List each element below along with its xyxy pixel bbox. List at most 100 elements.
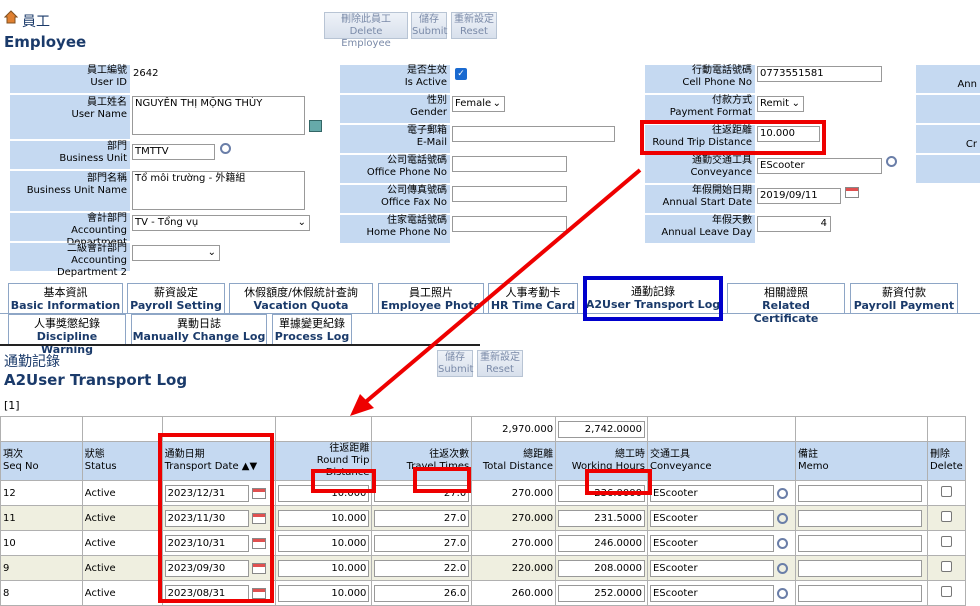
annual-days-field[interactable]: 4 bbox=[757, 216, 831, 232]
conveyance-field[interactable]: EScooter bbox=[649, 534, 774, 552]
seq-cell: 8 bbox=[0, 580, 83, 606]
search-icon[interactable] bbox=[776, 487, 788, 499]
total-distance-cell: 270.000 bbox=[471, 530, 557, 556]
travel-times-field[interactable]: 26.0 bbox=[374, 584, 470, 602]
submit-button[interactable]: 儲存 Submit bbox=[411, 12, 447, 39]
search-icon[interactable] bbox=[886, 156, 897, 170]
email-field[interactable] bbox=[452, 126, 615, 142]
distance-highlight bbox=[311, 469, 376, 493]
page-title-zh: 員工 bbox=[22, 14, 50, 30]
calendar-icon[interactable] bbox=[845, 187, 859, 199]
search-icon[interactable] bbox=[776, 587, 788, 599]
reset-button[interactable]: 重新設定 Reset bbox=[451, 12, 497, 39]
chevron-down-icon: ⌄ bbox=[297, 217, 306, 228]
user-name-label: 員工姓名 User Name bbox=[10, 95, 130, 139]
working-hours-field[interactable]: 208.0000 bbox=[558, 559, 645, 577]
memo-field[interactable] bbox=[797, 559, 922, 577]
tab-manually-change-log[interactable]: 異動日誌 Manually Change Log bbox=[131, 314, 267, 344]
delete-checkbox[interactable] bbox=[940, 511, 952, 522]
round-trip-field[interactable]: 10.000 bbox=[277, 559, 370, 577]
total-hours-sum: 2,742.0000 bbox=[558, 420, 645, 438]
right-label-4 bbox=[916, 155, 980, 183]
seq-cell: 10 bbox=[0, 530, 83, 556]
tab-payroll-setting[interactable]: 薪資設定 Payroll Setting bbox=[127, 283, 225, 313]
col-delete: 刪除 Delete bbox=[926, 441, 967, 481]
delete-checkbox[interactable] bbox=[940, 486, 952, 497]
tab-hr-time-card[interactable]: 人事考勤卡 HR Time Card bbox=[488, 283, 578, 313]
tab-employee-photo[interactable]: 員工照片 Employee Photo bbox=[378, 283, 484, 313]
accounting-dept2-select[interactable]: ⌄ bbox=[132, 245, 220, 261]
user-name-field[interactable]: NGUYỄN THỊ MỘNG THÙY bbox=[132, 96, 305, 135]
office-fax-label: 公司傳真號碼 Office Fax No bbox=[340, 185, 450, 213]
home-icon[interactable] bbox=[3, 10, 19, 27]
cell-phone-label: 行動電話號碼 Cell Phone No bbox=[645, 65, 755, 93]
office-fax-field[interactable] bbox=[452, 186, 567, 202]
round-trip-field[interactable]: 10.000 bbox=[277, 534, 370, 552]
col-status: 狀態 Status bbox=[81, 441, 163, 481]
travel-times-field[interactable]: 27.0 bbox=[374, 509, 470, 527]
travel-times-field[interactable]: 22.0 bbox=[374, 559, 470, 577]
tab-process-log[interactable]: 單據變更紀錄 Process Log bbox=[272, 314, 352, 344]
business-unit-field[interactable]: TMTTV bbox=[132, 144, 215, 160]
cell-phone-field[interactable]: 0773551581 bbox=[757, 66, 882, 82]
gender-label: 性別 Gender bbox=[340, 95, 450, 123]
conveyance-field[interactable]: EScooter bbox=[649, 559, 774, 577]
payment-format-select[interactable]: Remit ⌄ bbox=[757, 96, 804, 112]
log-submit-button[interactable]: 儲存 Submit bbox=[437, 350, 473, 377]
conveyance-field[interactable]: EScooter bbox=[649, 584, 774, 602]
conveyance-field[interactable]: EScooter bbox=[757, 158, 882, 174]
search-icon[interactable] bbox=[776, 562, 788, 574]
office-phone-field[interactable] bbox=[452, 156, 567, 172]
gender-select[interactable]: Female ⌄ bbox=[452, 96, 505, 112]
round-trip-field[interactable]: 10.000 bbox=[277, 509, 370, 527]
seq-cell: 11 bbox=[0, 505, 83, 531]
status-cell: Active bbox=[81, 555, 163, 581]
total-distance-sum: 2,970.000 bbox=[471, 416, 557, 442]
travel-times-field[interactable]: 27.0 bbox=[374, 534, 470, 552]
home-phone-field[interactable] bbox=[452, 216, 567, 232]
round-trip-field[interactable]: 10.000 bbox=[277, 584, 370, 602]
search-icon[interactable] bbox=[220, 143, 231, 157]
business-unit-name-label: 部門名稱 Business Unit Name bbox=[10, 171, 130, 211]
tab-discipline-warning[interactable]: 人事獎懲紀錄 Discipline Warning bbox=[8, 314, 126, 356]
tab-related-certificate[interactable]: 相關證照 Related Certificate bbox=[727, 283, 845, 325]
memo-field[interactable] bbox=[797, 584, 922, 602]
transport-log-table: 2,970.000 2,742.0000 項次 Seq No 狀態 Status 通… bbox=[0, 416, 967, 606]
tab-payroll-payment[interactable]: 薪資付款 Payroll Payment bbox=[850, 283, 958, 313]
search-icon[interactable] bbox=[776, 537, 788, 549]
conveyance-label: 通勤交通工具 Conveyance bbox=[645, 155, 755, 183]
memo-field[interactable] bbox=[797, 534, 922, 552]
keyboard-icon[interactable] bbox=[309, 120, 322, 132]
total-distance-cell: 260.000 bbox=[471, 580, 557, 606]
section-divider bbox=[0, 344, 480, 346]
conveyance-field[interactable]: EScooter bbox=[649, 484, 774, 502]
delete-checkbox[interactable] bbox=[940, 586, 952, 597]
memo-field[interactable] bbox=[797, 509, 922, 527]
working-hours-field[interactable]: 246.0000 bbox=[558, 534, 645, 552]
table-row: 12 Active 2023/12/31 10.000 27.0 270.000… bbox=[0, 480, 967, 506]
section-title-zh: 通勤記錄 bbox=[4, 354, 60, 370]
working-hours-field[interactable]: 252.0000 bbox=[558, 584, 645, 602]
memo-field[interactable] bbox=[797, 484, 922, 502]
annual-days-label: 年假天數 Annual Leave Day bbox=[645, 215, 755, 243]
status-cell: Active bbox=[81, 580, 163, 606]
user-id-value: 2642 bbox=[133, 68, 159, 79]
accounting-dept-select[interactable]: TV - Tổng vụ ⌄ bbox=[132, 215, 310, 231]
working-hours-field[interactable]: 231.5000 bbox=[558, 509, 645, 527]
page-title: Employee bbox=[4, 33, 87, 51]
seq-cell: 9 bbox=[0, 555, 83, 581]
business-unit-name-field[interactable]: Tổ môi trường - 外籍組 bbox=[132, 171, 305, 210]
totals-row: 2,970.000 2,742.0000 bbox=[0, 416, 967, 442]
delete-checkbox[interactable] bbox=[940, 561, 952, 572]
delete-checkbox[interactable] bbox=[940, 536, 952, 547]
log-reset-button[interactable]: 重新設定 Reset bbox=[477, 350, 523, 377]
pager[interactable]: [1] bbox=[4, 399, 20, 412]
delete-employee-button[interactable]: 刪除此員工 Delete Employee bbox=[324, 12, 408, 49]
total-distance-cell: 220.000 bbox=[471, 555, 557, 581]
search-icon[interactable] bbox=[776, 512, 788, 524]
tab-basic-information[interactable]: 基本資訊 Basic Information bbox=[8, 283, 123, 313]
annual-start-field[interactable]: 2019/09/11 bbox=[757, 188, 841, 204]
is-active-checkbox[interactable]: ✓ bbox=[455, 68, 467, 80]
tab-vacation-quota[interactable]: 休假額度/休假統計查詢Vacation Quota Setting bbox=[229, 283, 373, 325]
conveyance-field[interactable]: EScooter bbox=[649, 509, 774, 527]
